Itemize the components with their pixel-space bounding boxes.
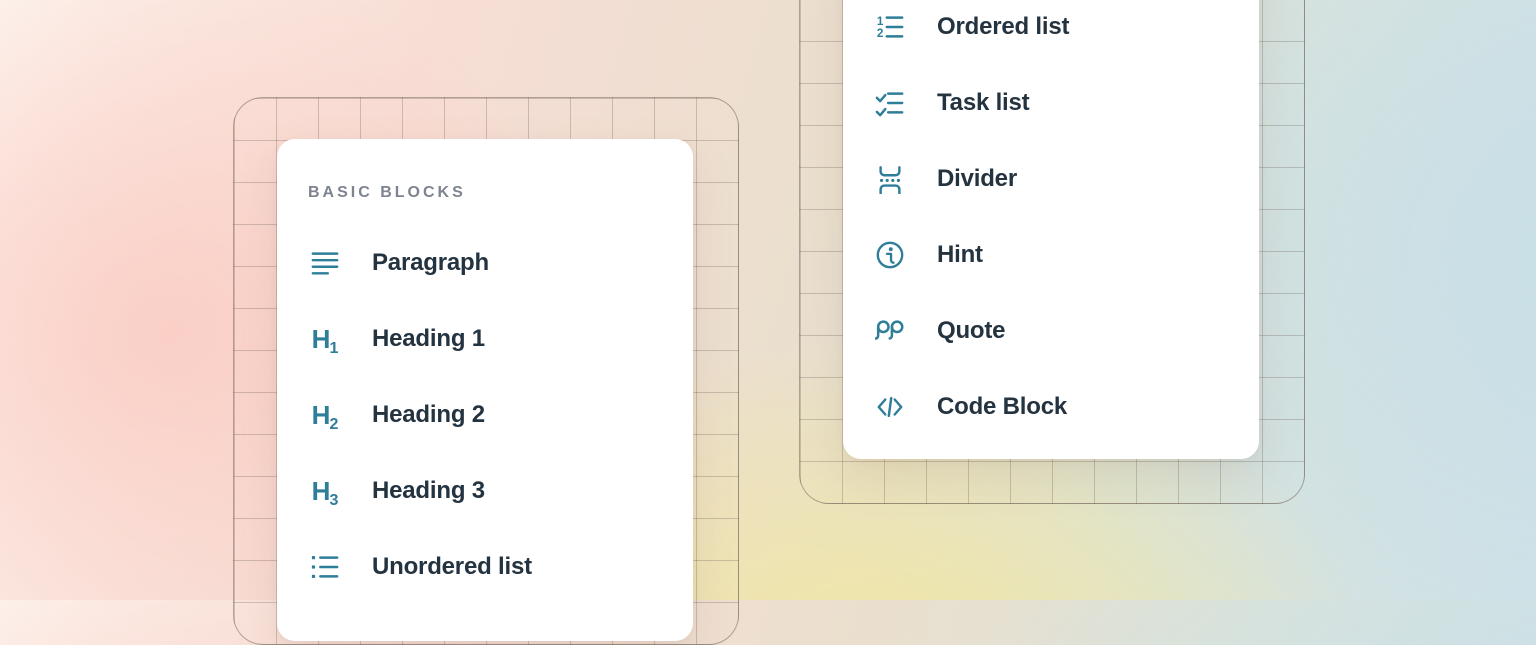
menu-item-label: Ordered list [937, 13, 1069, 41]
menu-item-task-list[interactable]: Task list [843, 65, 1259, 141]
menu-item-label: Heading 2 [372, 401, 485, 429]
menu-rows: Paragraph H1 Heading 1 H2 Heading 2 H3 H… [277, 225, 693, 605]
menu-item-label: Unordered list [372, 553, 532, 581]
heading-3-icon: H3 [310, 474, 340, 508]
menu-item-heading-1[interactable]: H1 Heading 1 [277, 301, 693, 377]
menu-item-label: Task list [937, 89, 1029, 117]
menu-item-hint[interactable]: Hint [843, 217, 1259, 293]
section-header: BASIC BLOCKS [308, 181, 693, 205]
menu-item-heading-3[interactable]: H3 Heading 3 [277, 453, 693, 529]
menu-item-quote[interactable]: Quote [843, 293, 1259, 369]
unordered-list-icon [310, 550, 340, 584]
menu-item-label: Hint [937, 241, 983, 269]
menu-item-ordered-list[interactable]: 1 2 Ordered list [843, 0, 1259, 65]
menu-item-code-block[interactable]: Code Block [843, 369, 1259, 445]
quote-icon [875, 314, 905, 348]
task-list-icon [875, 86, 905, 120]
menu-item-label: Divider [937, 165, 1017, 193]
hint-icon [875, 238, 905, 272]
heading-1-icon: H1 [310, 322, 340, 356]
menu-item-paragraph[interactable]: Paragraph [277, 225, 693, 301]
divider-icon [875, 162, 905, 196]
menu-item-unordered-list[interactable]: Unordered list [277, 529, 693, 605]
menu-item-label: Paragraph [372, 249, 489, 277]
paragraph-icon [310, 246, 340, 280]
ordered-list-icon: 1 2 [875, 10, 905, 44]
menu-item-divider[interactable]: Divider [843, 141, 1259, 217]
menu-item-heading-2[interactable]: H2 Heading 2 [277, 377, 693, 453]
menu-item-label: Quote [937, 317, 1005, 345]
svg-text:2: 2 [877, 27, 884, 40]
blocks-menu-continued: 1 2 Ordered list Task list [843, 0, 1259, 459]
menu-item-label: Heading 1 [372, 325, 485, 353]
basic-blocks-menu: BASIC BLOCKS Paragraph H1 Heading 1 H2 [277, 139, 693, 641]
code-block-icon [875, 390, 905, 424]
menu-item-label: Code Block [937, 393, 1067, 421]
menu-item-label: Heading 3 [372, 477, 485, 505]
heading-2-icon: H2 [310, 398, 340, 432]
